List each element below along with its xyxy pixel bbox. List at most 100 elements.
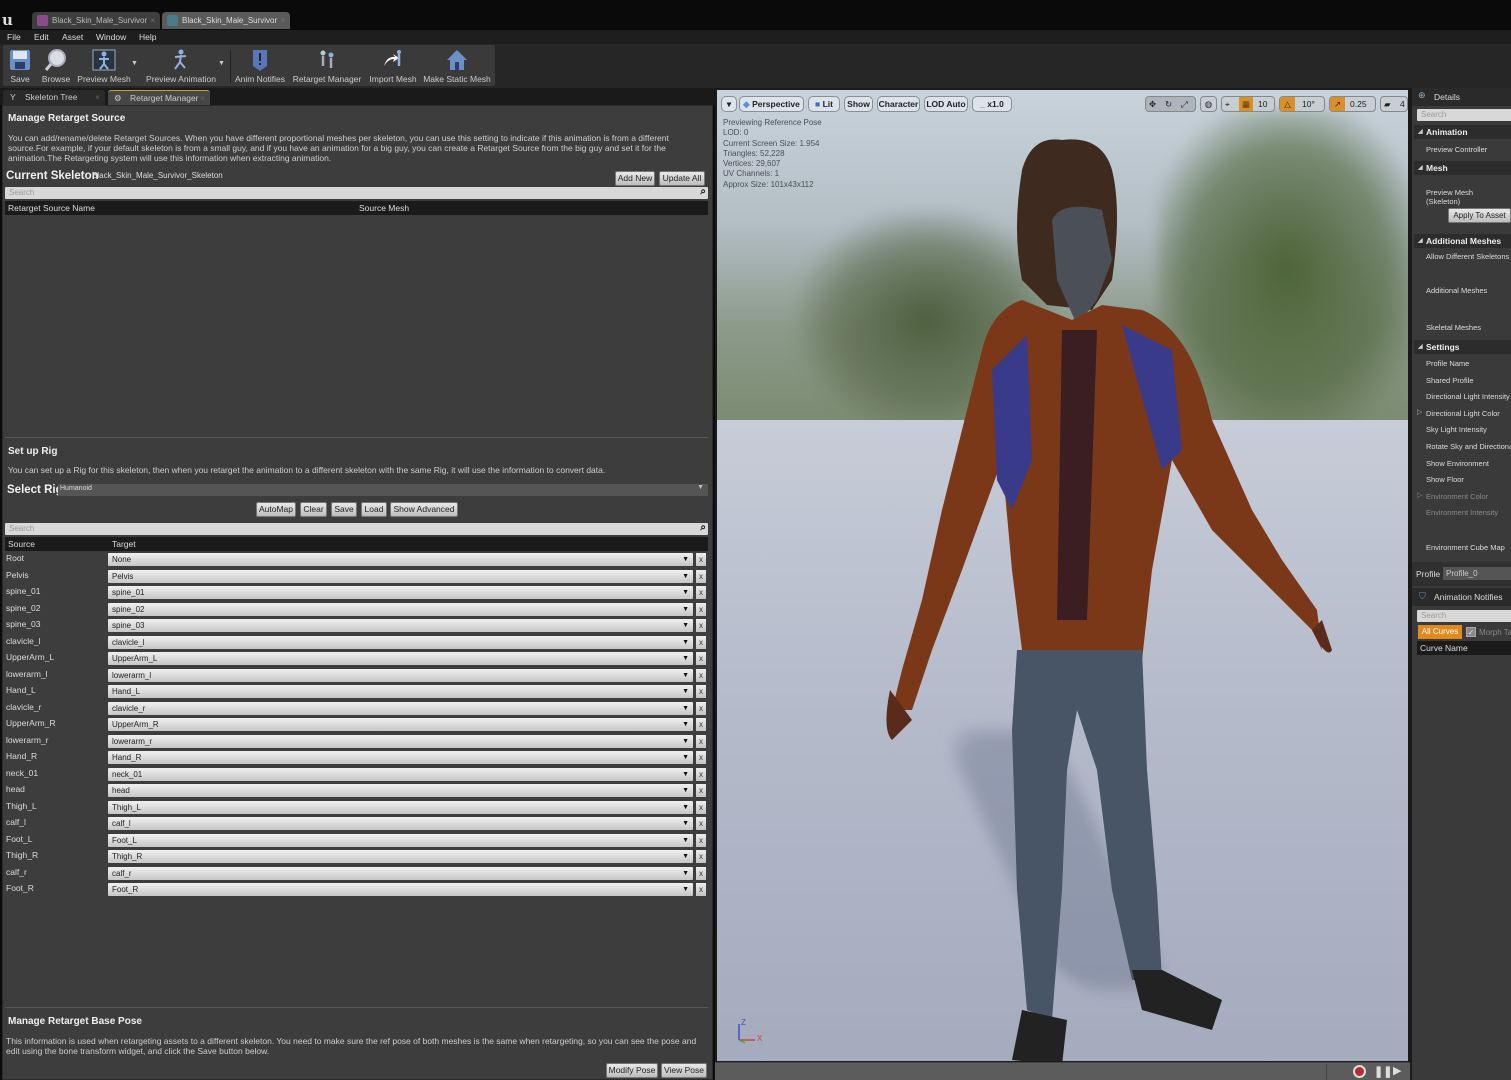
clear-mapping-button[interactable]: x bbox=[696, 866, 706, 880]
make-static-mesh-button[interactable]: Make Static Mesh bbox=[422, 45, 492, 86]
details-tab[interactable]: ⊕ Details bbox=[1412, 88, 1511, 106]
rig-target-dropdown[interactable]: calf_l ▼ bbox=[108, 817, 693, 830]
clear-mapping-button[interactable]: x bbox=[696, 635, 706, 649]
column-retarget-source-name[interactable]: Retarget Source Name bbox=[8, 201, 95, 215]
rig-target-dropdown[interactable]: Thigh_R ▼ bbox=[108, 850, 693, 863]
rig-search-input[interactable]: Search ⌕ bbox=[5, 522, 708, 535]
clear-mapping-button[interactable]: x bbox=[696, 767, 706, 781]
expand-icon[interactable]: ▷ bbox=[1417, 491, 1422, 499]
rig-target-dropdown[interactable]: calf_r ▼ bbox=[108, 866, 693, 880]
close-icon[interactable]: × bbox=[280, 12, 285, 29]
preview-mesh-button[interactable]: Preview Mesh bbox=[76, 45, 132, 86]
import-mesh-button[interactable]: Import Mesh bbox=[366, 45, 420, 86]
add-new-button[interactable]: Add New bbox=[615, 171, 655, 186]
doc-tab-skeletal-mesh[interactable]: Black_Skin_Male_Survivor × bbox=[32, 12, 160, 29]
show-button[interactable]: Show bbox=[844, 96, 873, 112]
preview-mesh-dropdown-icon[interactable]: ▼ bbox=[131, 60, 138, 67]
lod-auto-button[interactable]: LOD Auto bbox=[924, 96, 968, 112]
clear-mapping-button[interactable]: x bbox=[696, 734, 706, 748]
clear-mapping-button[interactable]: x bbox=[696, 602, 706, 616]
morph-target-checkbox[interactable]: ✓ bbox=[1466, 627, 1476, 637]
retarget-source-search-input[interactable]: Search ⌕ bbox=[5, 186, 708, 199]
clear-mapping-button[interactable]: x bbox=[696, 652, 706, 665]
grid-snap-value[interactable]: 10 bbox=[1258, 97, 1267, 111]
load-rig-button[interactable]: Load bbox=[361, 502, 387, 517]
clear-mapping-button[interactable]: x bbox=[696, 701, 706, 715]
clear-button[interactable]: Clear bbox=[300, 502, 327, 517]
rotation-snap-icon[interactable]: △ bbox=[1280, 97, 1295, 111]
scale-icon[interactable]: ⤢ bbox=[1181, 97, 1188, 111]
save-button[interactable]: Save bbox=[4, 45, 36, 86]
clear-mapping-button[interactable]: x bbox=[696, 784, 706, 797]
perspective-button[interactable]: ◆ Perspective bbox=[739, 96, 804, 112]
rig-target-dropdown[interactable]: None ▼ bbox=[108, 553, 693, 566]
doc-tab-skeleton[interactable]: Black_Skin_Male_Survivor × bbox=[162, 12, 290, 29]
browse-button[interactable]: Browse bbox=[38, 45, 74, 86]
curves-search-input[interactable]: Search bbox=[1417, 610, 1511, 622]
clear-mapping-button[interactable]: x bbox=[696, 569, 706, 583]
clear-mapping-button[interactable]: x bbox=[696, 586, 706, 599]
translate-icon[interactable]: ✥ bbox=[1149, 97, 1156, 111]
rig-target-dropdown[interactable]: lowerarm_r ▼ bbox=[108, 734, 693, 748]
all-curves-toggle[interactable]: All Curves bbox=[1418, 625, 1462, 639]
category-mesh[interactable]: ◢ Mesh bbox=[1414, 161, 1511, 175]
rig-target-dropdown[interactable]: spine_01 ▼ bbox=[108, 586, 693, 599]
menu-edit[interactable]: Edit bbox=[34, 30, 49, 44]
menu-window[interactable]: Window bbox=[96, 30, 126, 44]
rig-target-dropdown[interactable]: Hand_R ▼ bbox=[108, 751, 693, 764]
clear-mapping-button[interactable]: x bbox=[696, 718, 706, 731]
world-local-toggle[interactable]: ◍ bbox=[1200, 96, 1217, 112]
menu-help[interactable]: Help bbox=[139, 30, 156, 44]
rig-target-dropdown[interactable]: spine_03 ▼ bbox=[108, 619, 693, 632]
tab-skeleton-tree[interactable]: Y Skeleton Tree × bbox=[3, 90, 105, 105]
select-rig-dropdown[interactable]: Humanoid ▼ bbox=[58, 484, 708, 496]
tab-retarget-manager[interactable]: ⚙ Retarget Manager × bbox=[108, 90, 210, 105]
playback-speed-button[interactable]: _ x1.0 bbox=[972, 96, 1012, 112]
rig-target-dropdown[interactable]: Pelvis ▼ bbox=[108, 569, 693, 583]
column-curve-name[interactable]: Curve Name bbox=[1417, 641, 1511, 655]
rig-target-dropdown[interactable]: spine_02 ▼ bbox=[108, 602, 693, 616]
surface-snap-icon[interactable]: ⌖ bbox=[1225, 97, 1230, 111]
update-all-button[interactable]: Update All bbox=[659, 171, 705, 186]
timeline-scrubber[interactable] bbox=[717, 1064, 1327, 1080]
retarget-manager-button[interactable]: Retarget Manager bbox=[291, 45, 363, 86]
column-target[interactable]: Target bbox=[112, 537, 136, 551]
pause-icon[interactable]: ❚❚ bbox=[1374, 1065, 1392, 1078]
modify-pose-button[interactable]: Modify Pose bbox=[606, 1063, 658, 1078]
automap-button[interactable]: AutoMap bbox=[256, 502, 296, 517]
clear-mapping-button[interactable]: x bbox=[696, 685, 706, 698]
category-additional-meshes[interactable]: ◢ Additional Meshes bbox=[1414, 234, 1511, 248]
grid-snap-icon[interactable]: ▦ bbox=[1239, 97, 1253, 111]
apply-to-asset-button[interactable]: Apply To Asset bbox=[1448, 208, 1511, 223]
rotation-snap-value[interactable]: 10° bbox=[1302, 97, 1315, 111]
clear-mapping-button[interactable]: x bbox=[696, 800, 706, 814]
lit-button[interactable]: ■ Lit bbox=[808, 96, 840, 112]
column-source[interactable]: Source bbox=[8, 537, 35, 551]
expand-icon[interactable]: ▷ bbox=[1417, 408, 1422, 416]
preview-animation-dropdown-icon[interactable]: ▼ bbox=[218, 60, 225, 67]
scale-snap-value[interactable]: 0.25 bbox=[1350, 97, 1367, 111]
character-button[interactable]: Character bbox=[877, 96, 920, 112]
clear-mapping-button[interactable]: x bbox=[696, 833, 706, 847]
clear-mapping-button[interactable]: x bbox=[696, 668, 706, 682]
save-rig-button[interactable]: Save bbox=[331, 502, 357, 517]
clear-mapping-button[interactable]: x bbox=[696, 817, 706, 830]
viewport[interactable]: ▾ ◆ Perspective ■ Lit Show Character LOD… bbox=[715, 88, 1410, 1063]
close-icon[interactable]: × bbox=[95, 90, 100, 105]
viewport-options-button[interactable]: ▾ bbox=[721, 96, 737, 112]
clear-mapping-button[interactable]: x bbox=[696, 883, 706, 896]
close-icon[interactable]: × bbox=[150, 12, 155, 29]
rig-target-dropdown[interactable]: lowerarm_l ▼ bbox=[108, 668, 693, 682]
rig-target-dropdown[interactable]: clavicle_r ▼ bbox=[108, 701, 693, 715]
menu-asset[interactable]: Asset bbox=[62, 30, 83, 44]
category-animation[interactable]: ◢ Animation bbox=[1414, 125, 1511, 139]
scale-snap-icon[interactable]: ↗ bbox=[1330, 97, 1345, 111]
rig-target-dropdown[interactable]: Thigh_L ▼ bbox=[108, 800, 693, 814]
rig-target-dropdown[interactable]: UpperArm_R ▼ bbox=[108, 718, 693, 731]
record-icon[interactable] bbox=[1353, 1065, 1366, 1078]
view-pose-button[interactable]: View Pose bbox=[661, 1063, 707, 1078]
rig-target-dropdown[interactable]: Foot_R ▼ bbox=[108, 883, 693, 896]
animation-notifies-tab[interactable]: ⛉ Animation Notifies bbox=[1412, 588, 1511, 606]
preview-animation-button[interactable]: Preview Animation bbox=[142, 45, 220, 86]
show-advanced-button[interactable]: Show Advanced bbox=[390, 502, 458, 517]
